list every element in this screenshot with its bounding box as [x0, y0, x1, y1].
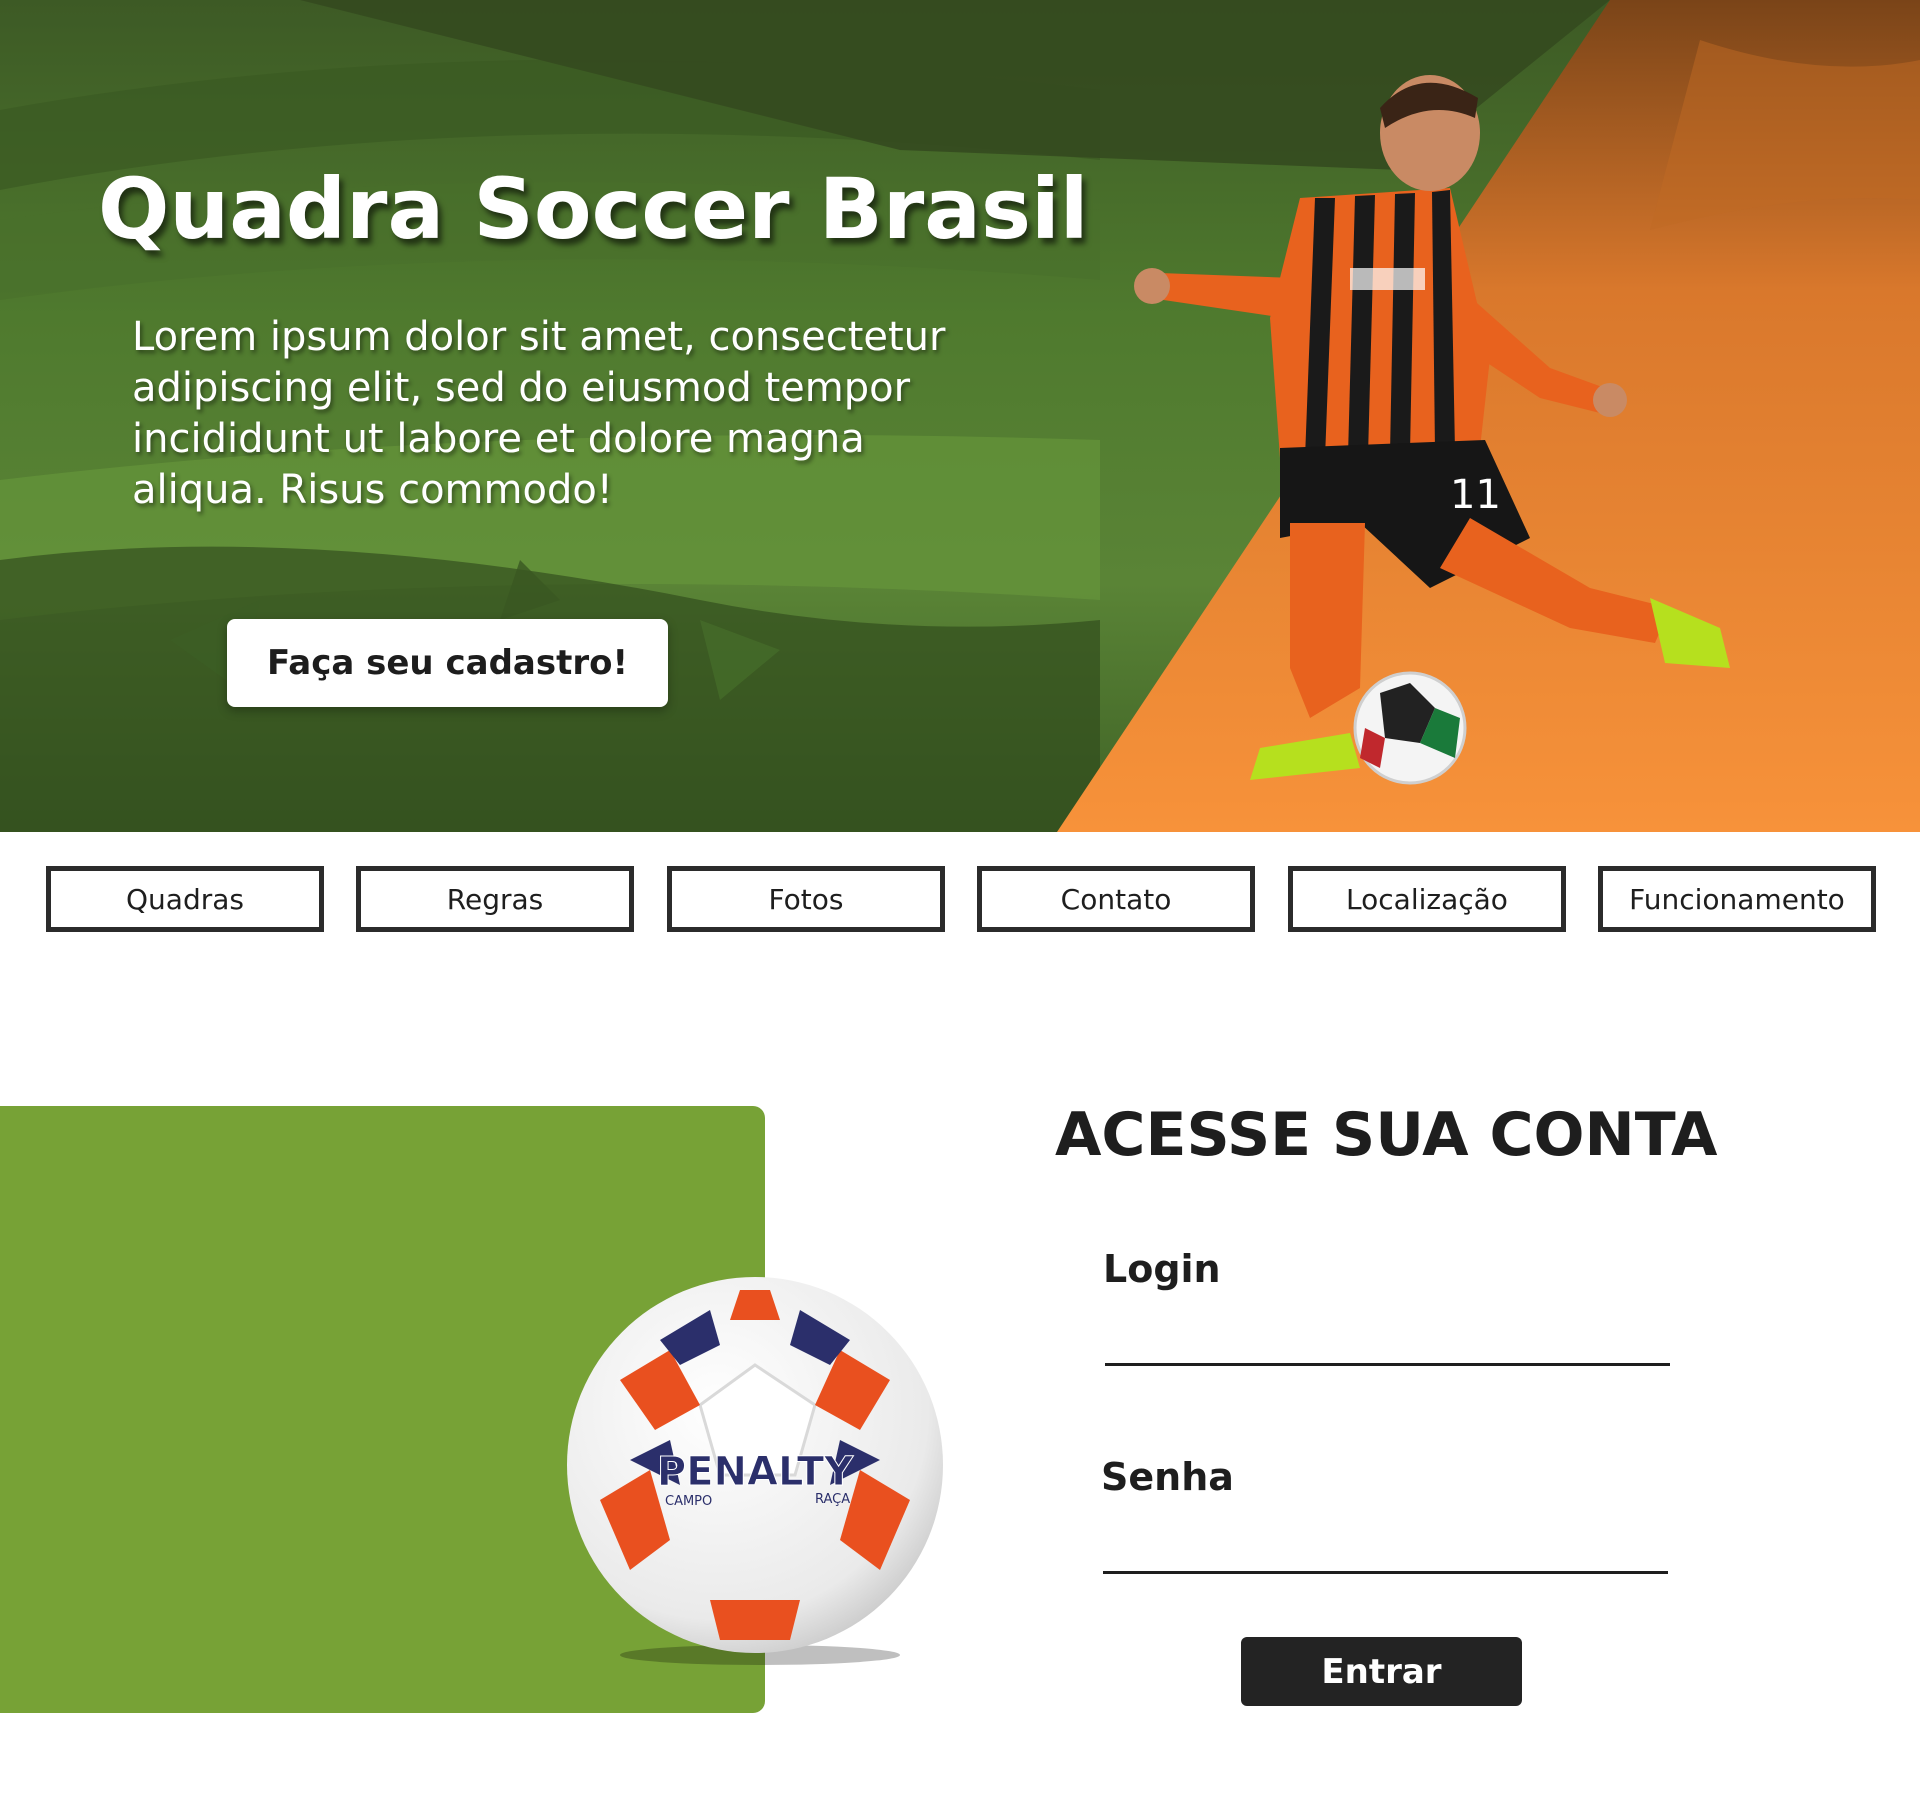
hero-title: Quadra Soccer Brasil: [98, 160, 1089, 258]
signup-button[interactable]: Faça seu cadastro!: [227, 619, 668, 707]
nav-item-fotos[interactable]: Fotos: [667, 866, 945, 932]
hero-banner: Quadra Soccer Brasil Lorem ipsum dolor s…: [0, 0, 1920, 832]
nav-item-funcionamento[interactable]: Funcionamento: [1598, 866, 1876, 932]
ball-line2-text: RAÇA: [815, 1492, 850, 1507]
page: Quadra Soccer Brasil Lorem ipsum dolor s…: [0, 0, 1920, 1803]
login-submit-button[interactable]: Entrar: [1241, 1637, 1522, 1706]
soccer-ball-image: PENALTY CAMPO RAÇA: [567, 1277, 943, 1665]
player-number: 11: [1450, 472, 1501, 518]
nav-item-quadras[interactable]: Quadras: [46, 866, 324, 932]
ball-line1-text: CAMPO: [665, 1494, 712, 1509]
nav-item-contato[interactable]: Contato: [977, 866, 1255, 932]
nav-item-regras[interactable]: Regras: [356, 866, 634, 932]
password-input[interactable]: [1103, 1520, 1668, 1574]
login-input[interactable]: [1105, 1312, 1670, 1366]
hero-description: Lorem ipsum dolor sit amet, consectetur …: [132, 314, 946, 513]
password-label: Senha: [1101, 1455, 1234, 1499]
nav-item-localizacao[interactable]: Localização: [1288, 866, 1566, 932]
login-label: Login: [1103, 1247, 1221, 1291]
login-title: ACESSE SUA CONTA: [1055, 1100, 1718, 1170]
main-navigation: Quadras Regras Fotos Contato Localização…: [0, 866, 1920, 932]
ball-brand-text: PENALTY: [657, 1449, 854, 1495]
soccer-player-image: 11: [1134, 75, 1730, 785]
